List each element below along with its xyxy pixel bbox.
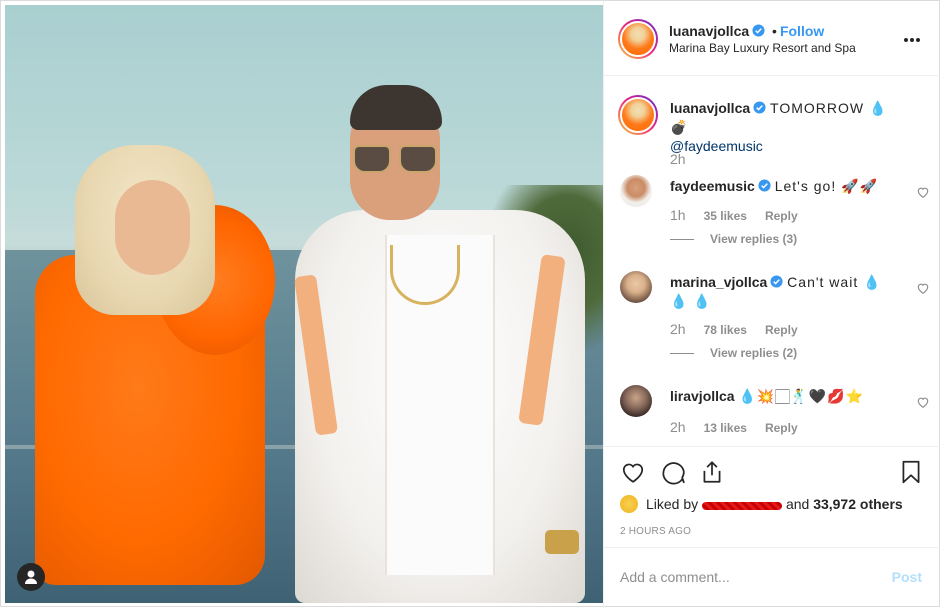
more-options-icon[interactable] (904, 29, 922, 45)
post-side-panel: luanavjollca • Follow Marina Bay Luxury R… (603, 1, 940, 608)
liked-by-prefix: Liked by (646, 496, 699, 512)
comment-text-block: faydeemusic Let's go! 🚀🚀 (670, 177, 890, 196)
post-timestamp[interactable]: 2 HOURS AGO (620, 526, 691, 537)
add-comment-section: Post (604, 547, 940, 607)
photo-woman-face (115, 180, 190, 275)
comment-meta: 1h 35 likes Reply (670, 207, 798, 223)
caption-username[interactable]: luanavjollca (670, 100, 750, 116)
comment-item: liravjollca 💧💥🏻🕺🖤💋⭐ 2h 13 likes Reply (620, 385, 930, 445)
comment-like-heart-icon[interactable] (916, 281, 930, 295)
comment-item: faydeemusic Let's go! 🚀🚀 1h 35 likes Reply… (620, 175, 930, 255)
instagram-post-modal: luanavjollca • Follow Marina Bay Luxury R… (0, 0, 940, 608)
post-header: luanavjollca • Follow Marina Bay Luxury R… (604, 1, 940, 76)
user-tag-icon (25, 570, 37, 584)
comments-list[interactable]: luanavjollca TOMORROW 💧💣 @faydeemusic 2h… (604, 77, 940, 445)
comment-like-heart-icon[interactable] (916, 395, 930, 409)
comment-text-block: liravjollca 💧💥🏻🕺🖤💋⭐ (670, 387, 890, 406)
comment-avatar[interactable] (620, 385, 652, 417)
photo-man-glasses (353, 145, 439, 173)
comment-avatar[interactable] (620, 175, 652, 207)
photo-man-hair (350, 85, 442, 130)
likes-summary: Liked by and 33,972 others (620, 495, 903, 513)
comment-username[interactable]: faydeemusic (670, 178, 755, 194)
author-username[interactable]: luanavjollca (669, 23, 749, 39)
comment-username[interactable]: liravjollca (670, 388, 735, 404)
comment-likes[interactable]: 78 likes (704, 323, 747, 337)
liked-by-and: and (785, 496, 810, 512)
verified-icon (753, 101, 766, 114)
comment-time[interactable]: 1h (670, 207, 686, 223)
comment-text: 💧💥🏻🕺🖤💋⭐ (738, 388, 865, 404)
verified-icon (758, 179, 771, 192)
photo-watch (545, 530, 579, 554)
reply-button[interactable]: Reply (765, 421, 798, 435)
post-photo[interactable] (5, 5, 603, 603)
comment-input[interactable] (620, 566, 870, 588)
comment-avatar[interactable] (620, 271, 652, 303)
caption-meta: 2h (670, 151, 704, 167)
comment-text: Let's go! 🚀🚀 (774, 178, 878, 194)
likes-others-link[interactable]: 33,972 others (813, 496, 903, 512)
comment-item: marina_vjollca Can't wait 💧💧 💧 2h 78 like… (620, 271, 930, 360)
comment-text-block: marina_vjollca Can't wait 💧💧 💧 (670, 273, 890, 311)
redacted-username (702, 498, 783, 510)
verified-icon (770, 275, 783, 288)
comment-meta: 2h 13 likes Reply (670, 419, 798, 435)
bookmark-icon[interactable] (898, 459, 924, 485)
view-replies-button[interactable]: View replies (3) (670, 232, 797, 246)
caption-avatar[interactable] (618, 95, 658, 135)
comment-like-heart-icon[interactable] (916, 185, 930, 199)
post-location[interactable]: Marina Bay Luxury Resort and Spa (669, 41, 856, 55)
comment-time[interactable]: 2h (670, 419, 686, 435)
comment-icon[interactable] (660, 459, 686, 485)
post-comment-button[interactable]: Post (892, 569, 922, 585)
caption-text-block: luanavjollca TOMORROW 💧💣 @faydeemusic (670, 99, 890, 156)
post-actions: Liked by and 33,972 others 2 HOURS AGO (604, 446, 940, 546)
comment-meta: 2h 78 likes Reply (670, 321, 798, 337)
comment-time[interactable]: 2h (670, 321, 686, 337)
comment-likes[interactable]: 13 likes (704, 421, 747, 435)
author-line: luanavjollca • Follow (669, 23, 824, 39)
user-tag-button[interactable] (17, 563, 45, 591)
comment-username[interactable]: marina_vjollca (670, 274, 767, 290)
follow-button[interactable]: Follow (780, 23, 824, 39)
separator-dot: • (772, 23, 777, 39)
verified-icon (752, 24, 765, 37)
caption-time[interactable]: 2h (670, 151, 686, 167)
reply-button[interactable]: Reply (765, 209, 798, 223)
liker-avatar[interactable] (620, 495, 638, 513)
view-replies-button[interactable]: View replies (2) (670, 346, 797, 360)
comment-likes[interactable]: 35 likes (704, 209, 747, 223)
share-icon[interactable] (699, 459, 725, 485)
caption: luanavjollca TOMORROW 💧💣 @faydeemusic 2h (618, 95, 930, 175)
reply-button[interactable]: Reply (765, 323, 798, 337)
heart-icon[interactable] (620, 459, 646, 485)
author-avatar[interactable] (618, 19, 658, 59)
